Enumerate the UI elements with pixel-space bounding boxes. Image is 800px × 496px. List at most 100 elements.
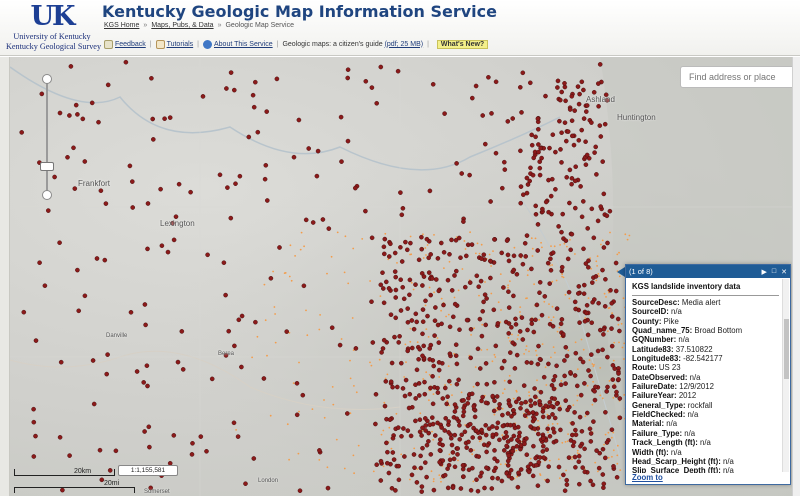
zoom-slider[interactable] <box>40 74 54 200</box>
landslide-point[interactable] <box>492 398 497 404</box>
zoom-track[interactable] <box>46 80 48 194</box>
landslide-point[interactable] <box>423 428 428 433</box>
landslide-point[interactable] <box>617 396 623 401</box>
landslide-point[interactable] <box>373 421 378 427</box>
landslide-point[interactable] <box>589 120 594 125</box>
landslide-point[interactable] <box>409 472 415 478</box>
landslide-point[interactable] <box>429 276 435 281</box>
landslide-point[interactable] <box>509 437 514 442</box>
landslide-point[interactable] <box>571 439 577 445</box>
landslide-point[interactable] <box>492 379 497 385</box>
landslide-point[interactable] <box>576 101 582 107</box>
landslide-point[interactable] <box>466 395 471 401</box>
landslide-point[interactable] <box>563 398 569 403</box>
landslide-point[interactable] <box>479 470 484 476</box>
landslide-point[interactable] <box>419 484 425 489</box>
landslide-point[interactable] <box>416 257 422 263</box>
landslide-point[interactable] <box>378 478 384 483</box>
landslide-point[interactable] <box>575 383 580 389</box>
landslide-point[interactable] <box>577 414 583 420</box>
landslide-point[interactable] <box>176 181 182 187</box>
landslide-point[interactable] <box>603 455 608 461</box>
landslide-point[interactable] <box>432 433 438 438</box>
landslide-point[interactable] <box>581 116 587 121</box>
landslide-point[interactable] <box>21 309 27 315</box>
landslide-point[interactable] <box>393 287 399 293</box>
landslide-point[interactable] <box>447 324 453 330</box>
landslide-point[interactable] <box>559 229 564 235</box>
landslide-point[interactable] <box>326 226 332 231</box>
landslide-point[interactable] <box>506 258 512 264</box>
landslide-point[interactable] <box>581 246 586 252</box>
landslide-point[interactable] <box>428 292 434 298</box>
landslide-point[interactable] <box>547 399 553 405</box>
landslide-point[interactable] <box>529 132 535 138</box>
landslide-point[interactable] <box>450 314 456 320</box>
landslide-point[interactable] <box>255 129 261 135</box>
landslide-point[interactable] <box>404 247 410 253</box>
landslide-point[interactable] <box>469 95 475 101</box>
landslide-point[interactable] <box>590 280 595 285</box>
zoom-handle[interactable] <box>40 162 54 171</box>
landslide-point[interactable] <box>171 433 177 438</box>
landslide-point[interactable] <box>588 478 593 484</box>
landslide-point[interactable] <box>553 438 559 444</box>
landslide-point[interactable] <box>528 165 533 171</box>
landslide-point[interactable] <box>386 286 392 291</box>
landslide-point[interactable] <box>540 414 546 420</box>
landslide-point[interactable] <box>572 410 577 415</box>
landslide-point[interactable] <box>480 113 486 118</box>
landslide-point[interactable] <box>253 319 258 325</box>
landslide-point[interactable] <box>564 477 570 483</box>
landslide-point[interactable] <box>505 411 511 416</box>
landslide-point[interactable] <box>387 417 393 423</box>
landslide-point[interactable] <box>520 70 526 76</box>
landslide-point[interactable] <box>31 406 36 412</box>
landslide-point[interactable] <box>522 413 528 418</box>
landslide-point[interactable] <box>595 218 601 224</box>
landslide-point[interactable] <box>297 488 303 494</box>
landslide-point[interactable] <box>482 292 488 297</box>
landslide-point[interactable] <box>564 353 570 359</box>
landslide-point[interactable] <box>251 456 257 461</box>
landslide-point[interactable] <box>378 64 384 70</box>
landslide-point[interactable] <box>601 481 607 487</box>
landslide-point[interactable] <box>444 401 450 407</box>
landslide-point[interactable] <box>617 328 622 334</box>
landslide-point[interactable] <box>538 145 543 151</box>
landslide-point[interactable] <box>607 208 613 214</box>
landslide-point[interactable] <box>454 361 460 367</box>
landslide-point[interactable] <box>421 343 427 349</box>
landslide-point[interactable] <box>546 414 552 420</box>
landslide-point[interactable] <box>68 64 74 69</box>
landslide-point[interactable] <box>518 253 524 258</box>
landslide-point[interactable] <box>505 252 511 258</box>
landslide-point[interactable] <box>315 148 321 154</box>
landslide-point[interactable] <box>524 452 530 458</box>
landslide-point[interactable] <box>490 432 496 438</box>
landslide-point[interactable] <box>511 293 516 299</box>
landslide-point[interactable] <box>535 248 541 253</box>
landslide-point[interactable] <box>149 75 154 81</box>
landslide-point[interactable] <box>436 360 442 365</box>
landslide-point[interactable] <box>96 119 101 125</box>
landslide-point[interactable] <box>549 403 555 409</box>
landslide-point[interactable] <box>386 254 392 259</box>
landslide-point[interactable] <box>543 93 548 99</box>
landslide-point[interactable] <box>514 443 520 449</box>
landslide-point[interactable] <box>520 261 526 267</box>
landslide-point[interactable] <box>209 376 215 382</box>
landslide-point[interactable] <box>474 428 479 434</box>
landslide-point[interactable] <box>474 273 480 279</box>
landslide-point[interactable] <box>592 388 597 394</box>
landslide-point[interactable] <box>481 299 486 305</box>
landslide-point[interactable] <box>441 249 447 255</box>
landslide-point[interactable] <box>453 353 459 359</box>
landslide-point[interactable] <box>403 239 408 245</box>
landslide-point[interactable] <box>569 118 575 124</box>
landslide-point[interactable] <box>423 423 429 428</box>
landslide-point[interactable] <box>461 405 467 411</box>
landslide-point[interactable] <box>513 316 518 322</box>
landslide-point[interactable] <box>522 441 527 447</box>
landslide-point[interactable] <box>546 464 552 469</box>
